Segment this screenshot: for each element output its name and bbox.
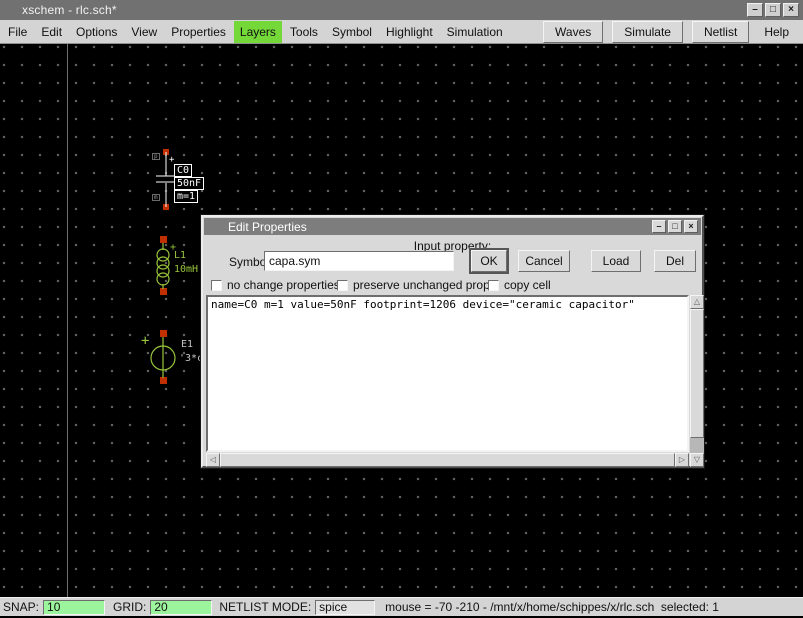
scroll-right-icon[interactable]: ▷ — [675, 453, 689, 467]
pin-square — [160, 377, 167, 384]
del-button[interactable]: Del — [654, 250, 696, 272]
menu-layers[interactable]: Layers — [234, 21, 282, 43]
vertical-scroll-thumb[interactable] — [690, 309, 704, 438]
symbol-input[interactable]: capa.sym — [264, 251, 454, 271]
capacitor-pin-label-bottom: m — [152, 194, 160, 201]
netlist-mode-input[interactable]: spice — [315, 600, 375, 615]
close-icon[interactable]: × — [783, 3, 799, 17]
capacitor-value-label[interactable]: 50nF — [174, 177, 204, 190]
menu-edit[interactable]: Edit — [35, 21, 68, 43]
netlist-mode-label: NETLIST MODE: — [219, 600, 311, 614]
source-name-label[interactable]: E1 — [181, 339, 193, 350]
menu-properties[interactable]: Properties — [165, 21, 232, 43]
capacitor-pin-label-top: p — [152, 153, 160, 160]
horizontal-scroll-thumb[interactable] — [220, 453, 675, 467]
symbol-label: Symbol — [229, 255, 269, 269]
no-change-properties-checkbox[interactable] — [211, 280, 222, 291]
menu-view[interactable]: View — [125, 21, 163, 43]
mouse-status-text: mouse = -70 -210 - /mnt/x/home/schippes/… — [385, 600, 719, 614]
load-button[interactable]: Load — [591, 250, 641, 272]
grid-input[interactable]: 20 — [150, 600, 212, 615]
checkbox-row: no change properties preserve unchanged … — [203, 278, 702, 294]
scroll-left-icon[interactable]: ◁ — [206, 453, 220, 467]
menu-tools[interactable]: Tools — [284, 21, 324, 43]
preserve-unchanged-props-checkbox[interactable] — [337, 280, 348, 291]
dialog-close-icon[interactable]: × — [684, 220, 698, 233]
menu-options[interactable]: Options — [70, 21, 123, 43]
no-change-properties-label: no change properties — [227, 278, 340, 292]
window-titlebar[interactable]: xschem - rlc.sch* – □ × — [0, 0, 803, 20]
snap-input[interactable]: 10 — [43, 600, 105, 615]
menu-file[interactable]: File — [2, 21, 33, 43]
statusbar: SNAP: 10 GRID: 20 NETLIST MODE: spice mo… — [0, 597, 803, 616]
snap-label: SNAP: — [3, 600, 39, 614]
dialog-title: Edit Properties — [228, 220, 307, 234]
simulate-button[interactable]: Simulate — [612, 21, 683, 43]
pin-square — [160, 288, 167, 295]
source-plus-mark: + — [141, 333, 149, 349]
dialog-controls: – □ × — [652, 220, 698, 233]
horizontal-scrollbar[interactable]: ◁ ▷ — [206, 453, 689, 467]
dialog-titlebar[interactable]: Edit Properties – □ × — [204, 218, 701, 235]
waves-button[interactable]: Waves — [543, 21, 603, 43]
menu-simulation[interactable]: Simulation — [441, 21, 509, 43]
inductor-value-label[interactable]: 10mH — [174, 264, 198, 275]
window-controls: – □ × — [747, 3, 799, 17]
maximize-icon[interactable]: □ — [765, 3, 781, 17]
capacitor-mult-label[interactable]: m=1 — [174, 190, 198, 203]
symbol-row: Symbol capa.sym OK Cancel Load Del — [203, 250, 702, 272]
menu-symbol[interactable]: Symbol — [326, 21, 378, 43]
copy-cell-label: copy cell — [504, 278, 551, 292]
vertical-scrollbar[interactable]: △ ▽ — [690, 295, 704, 467]
grid-label: GRID: — [113, 600, 146, 614]
property-textarea[interactable]: name=C0 m=1 value=50nF footprint=1206 de… — [206, 295, 689, 452]
window-title: xschem - rlc.sch* — [22, 3, 117, 17]
menubar: File Edit Options View Properties Layers… — [0, 20, 803, 44]
capacitor-name-label[interactable]: C0 — [174, 164, 192, 177]
dialog-minimize-icon[interactable]: – — [652, 220, 666, 233]
menu-highlight[interactable]: Highlight — [380, 21, 439, 43]
scroll-down-icon[interactable]: ▽ — [690, 453, 704, 467]
pin-square — [160, 236, 167, 243]
dialog-maximize-icon[interactable]: □ — [668, 220, 682, 233]
source-value-label[interactable]: '3*c — [179, 353, 203, 364]
scroll-up-icon[interactable]: △ — [690, 295, 704, 309]
edit-properties-dialog: Edit Properties – □ × Input property: Sy… — [201, 215, 704, 468]
copy-cell-checkbox[interactable] — [488, 280, 499, 291]
cancel-button[interactable]: Cancel — [518, 250, 570, 272]
menu-help[interactable]: Help — [758, 21, 795, 43]
pin-square — [160, 330, 167, 337]
source-symbol[interactable]: + — [141, 330, 175, 384]
ok-button[interactable]: OK — [471, 250, 507, 272]
menu-action-buttons: Waves Simulate Netlist Help — [543, 21, 797, 43]
netlist-button[interactable]: Netlist — [692, 21, 749, 43]
inductor-name-label[interactable]: L1 — [174, 250, 186, 261]
minimize-icon[interactable]: – — [747, 3, 763, 17]
preserve-unchanged-props-label: preserve unchanged props — [353, 278, 496, 292]
